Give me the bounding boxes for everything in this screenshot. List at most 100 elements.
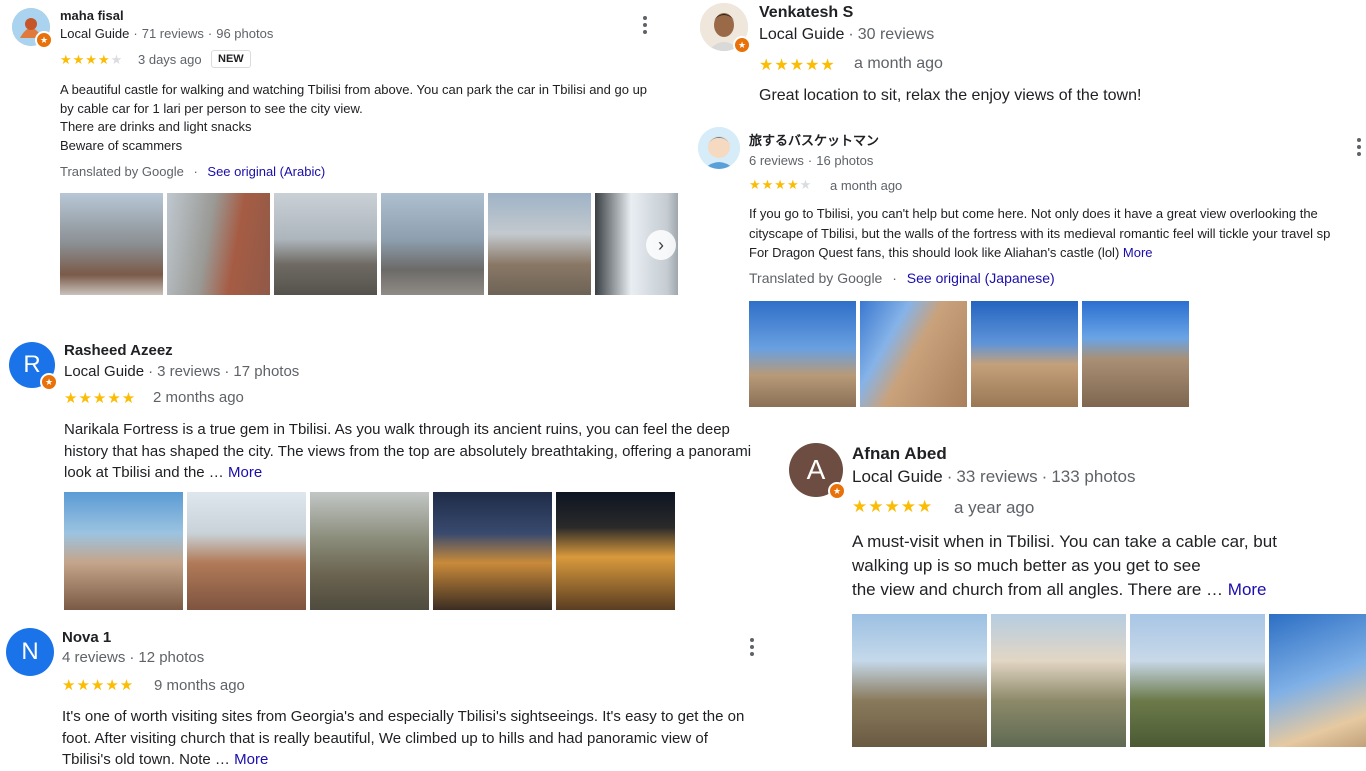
review-time: 2 months ago: [153, 389, 244, 406]
more-vert-icon[interactable]: [1356, 138, 1362, 156]
star-rating: ★★★★★: [64, 390, 137, 407]
more-vert-icon[interactable]: [749, 638, 755, 656]
review-text-line: There are drinks and light snacks: [60, 119, 252, 134]
avatar[interactable]: R ★: [9, 342, 58, 391]
local-guide-label: Local Guide: [759, 26, 845, 43]
chevron-right-icon[interactable]: ›: [646, 230, 676, 260]
review-text: If you go to Tbilisi, you can't help but…: [749, 204, 1366, 263]
review-photo[interactable]: [310, 492, 429, 610]
review-photo[interactable]: [381, 193, 484, 295]
review-photo[interactable]: [852, 614, 987, 747]
review-text-line: foot. After visiting church that is real…: [62, 729, 708, 747]
review-text: Narikala Fortress is a true gem in Tbili…: [64, 419, 764, 484]
review-count: 30 reviews: [857, 26, 935, 43]
star-rating: ★★★★★: [60, 52, 124, 67]
review-card: 旅するバスケットマン 6 reviews · 16 photos ★★★★★ a m…: [690, 122, 1366, 412]
review-text-line: the view and church from all angles. The…: [852, 580, 1224, 599]
review-count: 4 reviews: [62, 649, 126, 666]
reviewer-meta: 6 reviews · 16 photos: [749, 153, 874, 168]
local-guide-star-icon: ★: [828, 482, 846, 500]
review-photo[interactable]: [1130, 614, 1265, 747]
review-photo[interactable]: [860, 301, 967, 407]
review-text-line: A beautiful castle for walking and watch…: [60, 82, 648, 97]
photo-count: 133 photos: [1051, 467, 1136, 486]
avatar-illustration: [698, 127, 740, 169]
review-photo[interactable]: [1082, 301, 1189, 407]
avatar-letter: N: [6, 628, 54, 676]
reviewer-name[interactable]: 旅するバスケットマン: [749, 130, 879, 149]
review-photo[interactable]: [187, 492, 306, 610]
local-guide-star-icon: ★: [35, 31, 53, 49]
review-photo[interactable]: [274, 193, 377, 295]
avatar[interactable]: A ★: [789, 443, 846, 500]
avatar[interactable]: N: [6, 628, 54, 676]
review-photo[interactable]: [60, 193, 163, 295]
review-text-line: walking up is so much better as you get …: [852, 556, 1201, 575]
review-count: 33 reviews: [956, 467, 1038, 486]
star-rating: ★★★★★: [62, 677, 135, 694]
reviewer-meta: Local Guide · 71 reviews · 96 photos: [60, 26, 274, 41]
reviewer-meta: Local Guide · 3 reviews · 17 photos: [64, 363, 300, 380]
see-original-link[interactable]: See original (Japanese): [907, 270, 1055, 286]
avatar[interactable]: ★: [700, 3, 751, 54]
review-card: R ★ Rasheed Azeez Local Guide · 3 reviews ·…: [0, 330, 770, 615]
review-text-line: For Dragon Quest fans, this should look …: [749, 245, 1120, 260]
star-rating: ★★★★★: [852, 497, 934, 516]
local-guide-star-icon: ★: [733, 36, 751, 54]
review-text-line: Beware of scammers: [60, 137, 183, 153]
photo-strip: [749, 301, 1194, 407]
local-guide-label: Local Guide: [60, 26, 130, 41]
review-photo[interactable]: [167, 193, 270, 295]
review-card: A ★ Afnan Abed Local Guide · 33 reviews · 13…: [780, 432, 1366, 768]
review-count: 3 reviews: [157, 363, 221, 380]
reviewer-name[interactable]: Nova 1: [62, 629, 111, 646]
reviewer-name[interactable]: Venkatesh S: [759, 4, 853, 22]
review-text-line: Tbilisi's old town. Note …: [62, 751, 230, 768]
reviewer-meta: 4 reviews · 12 photos: [62, 649, 205, 666]
review-text-line: look at Tbilisi and the …: [64, 464, 224, 481]
review-card: N Nova 1 4 reviews · 12 photos ★★★★★ 9 mon…: [0, 620, 790, 768]
photo-strip: [64, 492, 679, 610]
star-rating: ★★★★★: [749, 177, 813, 192]
review-text-line: If you go to Tbilisi, you can't help but…: [749, 206, 1318, 221]
avatar[interactable]: [698, 127, 740, 169]
review-photo[interactable]: [971, 301, 1078, 407]
review-photo[interactable]: [1269, 614, 1366, 747]
more-link[interactable]: More: [228, 464, 262, 481]
reviewer-meta: Local Guide · 30 reviews: [759, 26, 935, 43]
reviewer-name[interactable]: Rasheed Azeez: [64, 342, 173, 359]
avatar[interactable]: ★: [12, 8, 53, 49]
review-time: a month ago: [830, 178, 903, 193]
photo-count: 17 photos: [233, 363, 300, 380]
more-link[interactable]: More: [1228, 580, 1267, 599]
translation-note: Translated by Google · See original (Ara…: [60, 164, 326, 179]
photo-count: 96 photos: [216, 26, 274, 41]
review-text-line: Narikala Fortress is a true gem in Tbili…: [64, 421, 730, 438]
review-text-line: by cable car for 1 lari per person to se…: [60, 100, 363, 116]
review-time: a year ago: [954, 498, 1035, 517]
review-text-line: history that has shaped the city. The vi…: [64, 442, 752, 460]
review-photo[interactable]: [488, 193, 591, 295]
review-photo[interactable]: [556, 492, 675, 610]
reviewer-name[interactable]: Afnan Abed: [852, 444, 947, 464]
more-link[interactable]: More: [1123, 245, 1153, 260]
review-photo[interactable]: [749, 301, 856, 407]
review-time: a month ago: [854, 55, 943, 72]
local-guide-star-icon: ★: [40, 373, 58, 391]
more-vert-icon[interactable]: [642, 16, 648, 34]
photo-strip: [60, 193, 678, 295]
see-original-link[interactable]: See original (Arabic): [207, 164, 325, 179]
review-text-line: A must-visit when in Tbilisi. You can ta…: [852, 532, 1277, 551]
review-text: A beautiful castle for walking and watch…: [60, 81, 680, 155]
review-photo[interactable]: [991, 614, 1126, 747]
translation-note: Translated by Google · See original (Jap…: [749, 270, 1055, 286]
review-photo[interactable]: [64, 492, 183, 610]
more-link[interactable]: More: [234, 751, 268, 768]
local-guide-label: Local Guide: [852, 467, 943, 486]
review-photo[interactable]: [433, 492, 552, 610]
review-card: ★ Venkatesh S Local Guide · 30 reviews ★★★…: [690, 0, 1366, 115]
translated-label: Translated by Google: [749, 270, 883, 286]
review-count: 71 reviews: [141, 26, 204, 41]
reviewer-name[interactable]: maha fisal: [60, 8, 124, 23]
review-time: 3 days ago: [138, 52, 202, 67]
